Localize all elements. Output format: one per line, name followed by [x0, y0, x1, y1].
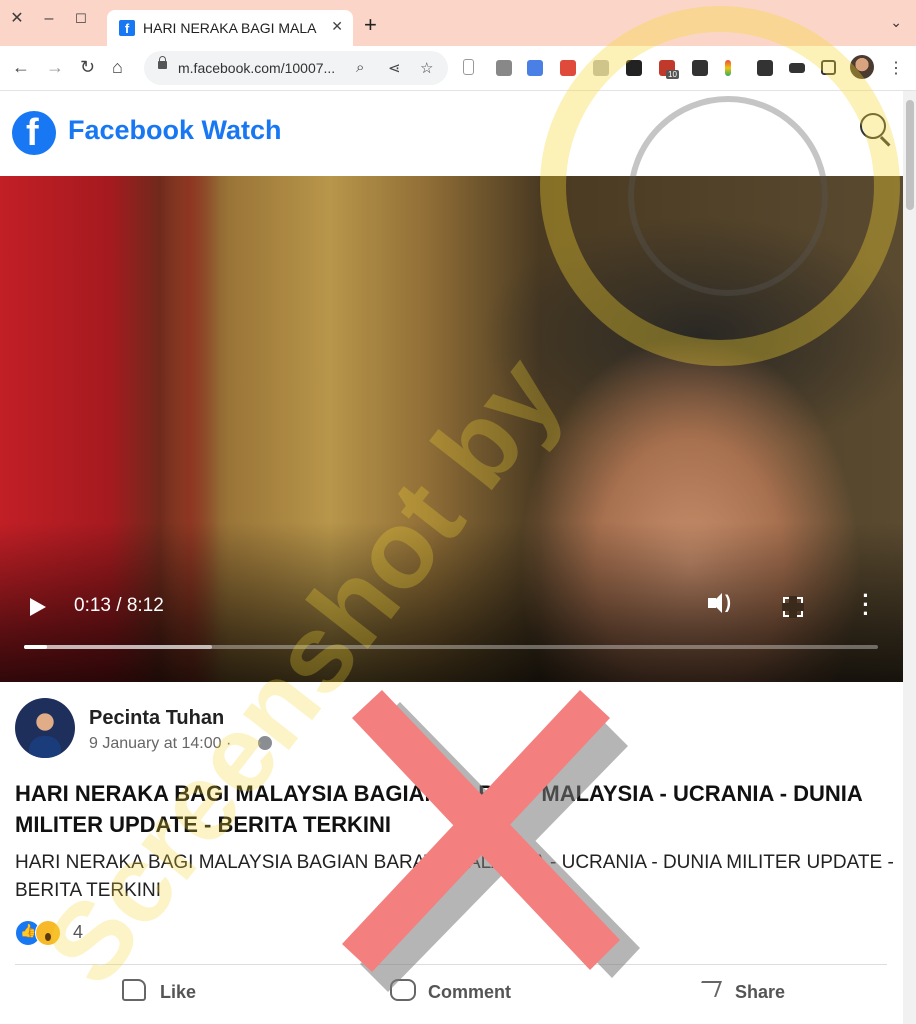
lock-icon[interactable]: [158, 56, 167, 69]
font-extension-icon[interactable]: [593, 60, 609, 76]
side-panel-icon[interactable]: [821, 60, 836, 75]
browser-menu-icon[interactable]: ⋮: [888, 58, 904, 78]
facebook-logo-icon[interactable]: f: [12, 111, 56, 155]
tab-search-chevron-icon[interactable]: ⌄: [890, 14, 902, 31]
close-window-icon[interactable]: ✕: [6, 8, 28, 30]
extension-badge: 10: [666, 70, 679, 79]
video-time: 0:13 / 8:12: [74, 595, 164, 616]
extensions-puzzle-icon[interactable]: [757, 60, 773, 76]
back-arrow-icon[interactable]: ←: [12, 56, 30, 78]
comment-label: Comment: [428, 982, 512, 1002]
camera-extension-icon[interactable]: [496, 60, 512, 76]
video-progress-bar[interactable]: [24, 645, 878, 649]
home-icon[interactable]: ⌂: [112, 56, 123, 78]
volume-icon[interactable]: [708, 592, 731, 613]
like-label: Like: [160, 982, 197, 1002]
close-tab-icon[interactable]: ✕: [331, 18, 343, 35]
audio-extension-icon[interactable]: [692, 60, 708, 76]
address-bar[interactable]: m.facebook.com/10007... ⌕ ⋖ ☆: [144, 51, 448, 85]
code-extension-icon[interactable]: [626, 60, 642, 76]
post-description: HARI NERAKA BAGI MALAYSIA BAGIAN BARAT -…: [15, 852, 894, 901]
bookmark-star-icon[interactable]: ☆: [420, 59, 433, 77]
actions-divider: [15, 964, 887, 965]
thumbs-up-icon: [122, 979, 146, 1001]
tab-title: HARI NERAKA BAGI MALA: [143, 20, 317, 36]
share-arrow-icon: [696, 981, 722, 997]
video-player[interactable]: 0:13 / 8:12 ···: [0, 176, 903, 682]
profile-avatar[interactable]: [850, 55, 874, 79]
page-scrollbar[interactable]: [903, 91, 916, 1024]
tab-strip: ✕ – ☐ f HARI NERAKA BAGI MALA ✕ + ⌄: [0, 0, 916, 46]
comment-bubble-icon: [390, 979, 416, 1001]
url-text[interactable]: m.facebook.com/10007...: [178, 60, 335, 76]
color-extension-icon[interactable]: [725, 60, 731, 76]
new-tab-button[interactable]: +: [364, 14, 377, 36]
author-name[interactable]: Pecinta Tuhan: [89, 707, 224, 730]
share-page-icon[interactable]: ⋖: [388, 59, 401, 77]
browser-window: ✕ – ☐ f HARI NERAKA BAGI MALA ✕ + ⌄ ← → …: [0, 0, 916, 1024]
play-icon[interactable]: [30, 598, 46, 616]
video-more-options-icon[interactable]: · · ·: [862, 585, 870, 625]
page-content: f Facebook Watch 0:13 / 8:12 ··· Pecinta…: [0, 91, 903, 1024]
reload-icon[interactable]: ↻: [80, 56, 95, 78]
forward-arrow-icon[interactable]: →: [46, 56, 64, 78]
video-buffered-bar: [24, 645, 212, 649]
page-scrollbar-thumb[interactable]: [906, 100, 914, 210]
facebook-header: f Facebook Watch: [0, 91, 903, 176]
device-icon[interactable]: [463, 59, 474, 75]
like-button[interactable]: Like: [122, 973, 222, 1013]
wow-reaction-icon: [35, 920, 61, 946]
facebook-favicon-icon: f: [119, 20, 135, 36]
reaction-count: 4: [73, 922, 84, 942]
author-avatar[interactable]: [15, 698, 75, 758]
facebook-watch-title[interactable]: Facebook Watch: [68, 115, 282, 146]
fullscreen-icon[interactable]: [782, 596, 804, 618]
post-headline: HARI NERAKA BAGI MALAYSIA BAGIAN BARAT -…: [15, 781, 862, 837]
share-label: Share: [735, 982, 786, 1002]
video-played-bar: [24, 645, 47, 649]
maximize-window-icon[interactable]: ☐: [70, 8, 92, 30]
media-control-icon[interactable]: [789, 63, 805, 73]
browser-toolbar: ← → ↻ ⌂ m.facebook.com/10007... ⌕ ⋖ ☆ 10…: [0, 46, 916, 91]
record-extension-icon[interactable]: [560, 60, 576, 76]
translate-extension-icon[interactable]: [527, 60, 543, 76]
share-button[interactable]: Share: [696, 973, 809, 1013]
comment-button[interactable]: Comment: [390, 973, 530, 1013]
search-icon[interactable]: [860, 113, 886, 139]
tab-active[interactable]: f HARI NERAKA BAGI MALA ✕: [107, 10, 353, 46]
post-timestamp[interactable]: 9 January at 14:00 ·: [89, 735, 231, 753]
public-globe-icon: [258, 736, 272, 750]
zoom-icon[interactable]: ⌕: [356, 59, 364, 76]
minimize-window-icon[interactable]: –: [38, 8, 60, 30]
